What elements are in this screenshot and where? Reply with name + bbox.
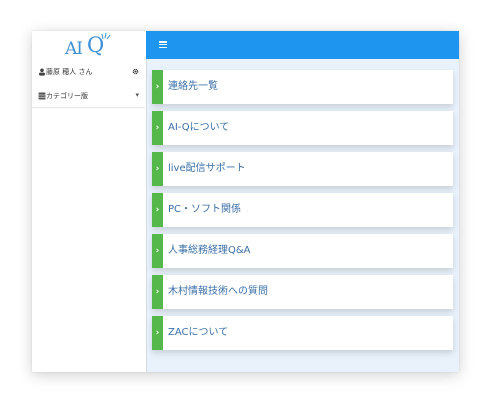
chevron-right-icon: › (152, 111, 163, 145)
user-name: 藤原 穂人 さん (46, 68, 93, 76)
main-content: › 連絡先一覧 › AI-Qについて › live配信サポート › PC・ソフト… (147, 59, 459, 372)
chevron-right-icon: › (152, 316, 163, 350)
card-title: AI-Qについて (168, 122, 230, 133)
logo-ai-text: AI (65, 39, 83, 59)
chevron-right-icon: › (152, 152, 163, 186)
logo-rays-icon (101, 32, 111, 40)
top-bar (146, 31, 459, 59)
chevron-right-icon: › (152, 275, 163, 309)
chevron-right-icon: › (152, 193, 163, 227)
grid-icon (38, 92, 46, 100)
chevron-down-icon: ▾ (135, 91, 139, 99)
sidebar-category-menu[interactable]: カテゴリー版 ▾ (32, 88, 145, 108)
menu-card-contacts[interactable]: › 連絡先一覧 (152, 70, 453, 104)
app-window: AI Q 藤原 穂人 さん カテゴリー版 ▾ › 連絡先一覧 › AI-Qについ… (32, 31, 459, 372)
menu-card-questions[interactable]: › 木村情報技術への質問 (152, 275, 453, 309)
hamburger-icon[interactable] (159, 41, 167, 49)
menu-card-hr-qa[interactable]: › 人事総務経理Q&A (152, 234, 453, 268)
card-title: live配信サポート (168, 163, 246, 174)
chevron-right-icon: › (152, 234, 163, 268)
card-title: 連絡先一覧 (168, 81, 218, 92)
card-title: ZACについて (168, 327, 229, 338)
menu-card-zac[interactable]: › ZACについて (152, 316, 453, 350)
category-label: カテゴリー版 (46, 92, 88, 100)
menu-card-pc-software[interactable]: › PC・ソフト関係 (152, 193, 453, 227)
chevron-right-icon: › (152, 70, 163, 104)
card-title: 木村情報技術への質問 (168, 286, 268, 297)
card-title: PC・ソフト関係 (168, 204, 242, 215)
aiq-logo[interactable]: AI Q (65, 32, 115, 61)
user-icon (39, 68, 45, 76)
gear-icon[interactable] (132, 68, 139, 75)
sidebar-user-menu[interactable]: 藤原 穂人 さん (32, 64, 145, 82)
menu-card-about-aiq[interactable]: › AI-Qについて (152, 111, 453, 145)
card-title: 人事総務経理Q&A (168, 245, 251, 256)
menu-card-live-support[interactable]: › live配信サポート (152, 152, 453, 186)
sidebar: AI Q 藤原 穂人 さん カテゴリー版 ▾ (32, 31, 147, 372)
